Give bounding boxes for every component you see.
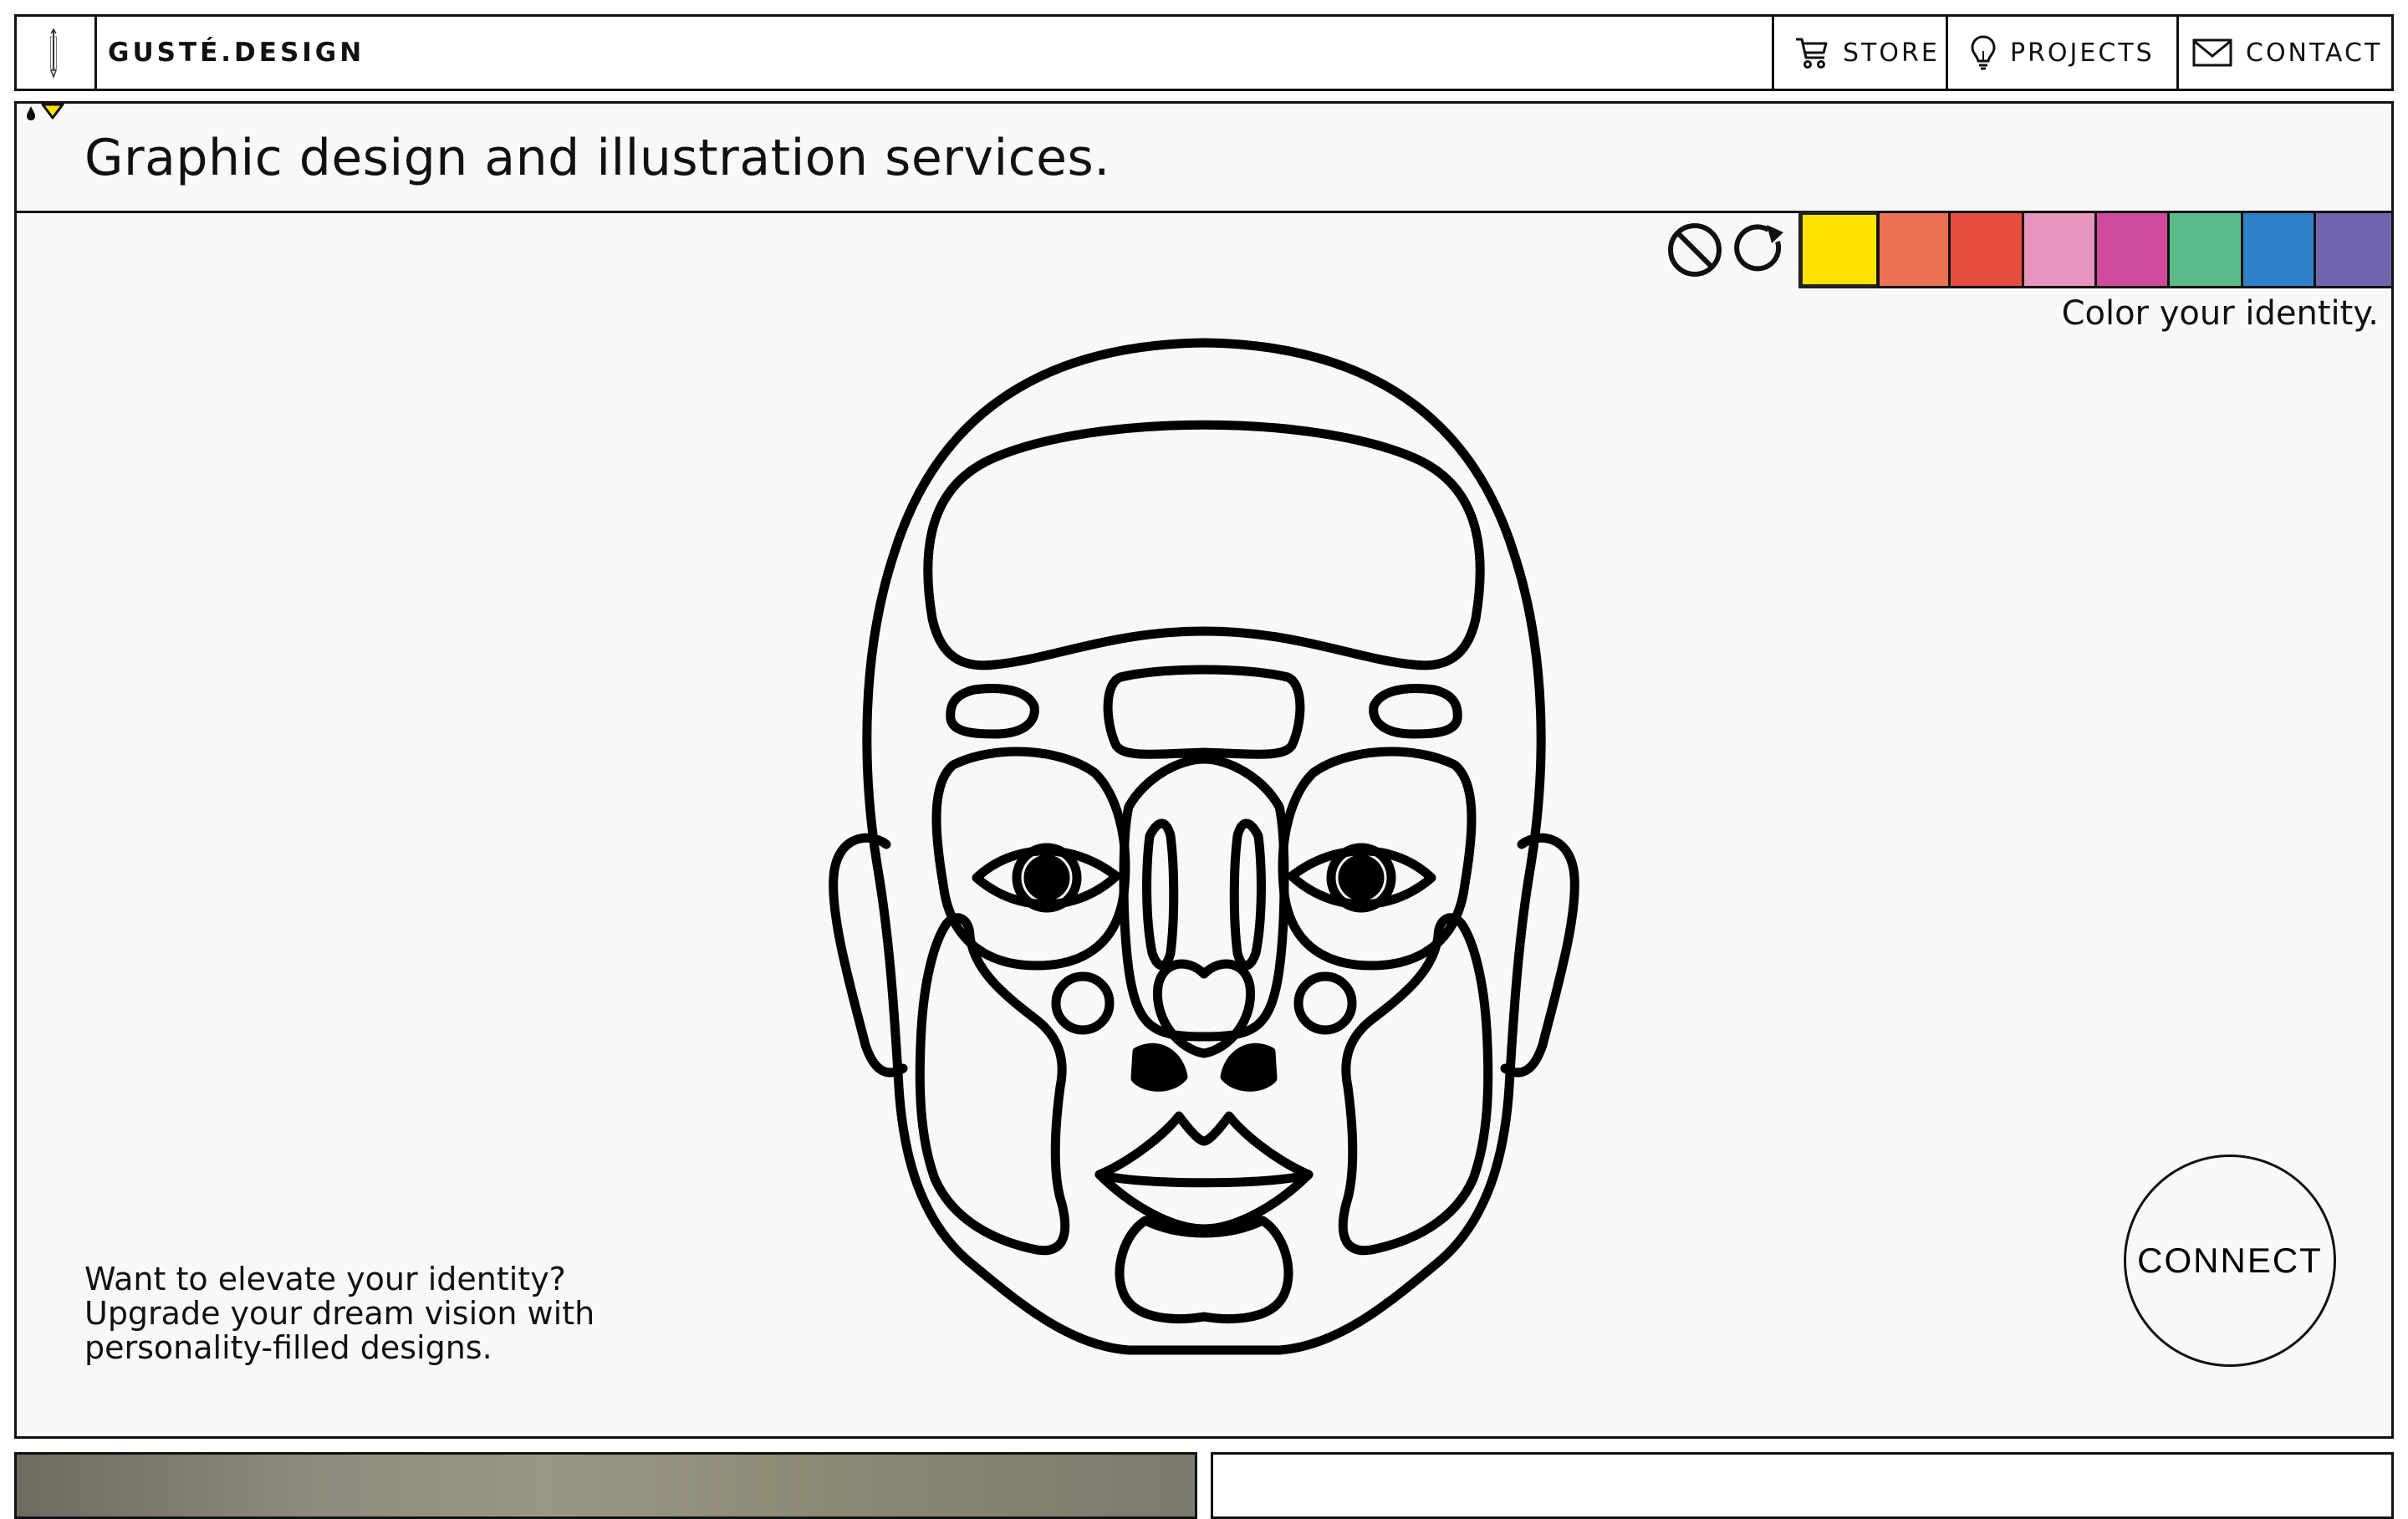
- bottom-image-panel: [14, 1452, 1197, 1519]
- palette-caption: Color your identity.: [2061, 294, 2379, 333]
- nav-store-label: STORE: [1843, 38, 1940, 68]
- pencil-icon: [49, 28, 58, 79]
- color-swatch[interactable]: [2167, 211, 2243, 288]
- color-swatch[interactable]: [1948, 211, 2024, 288]
- left-nostril: [1130, 1042, 1188, 1092]
- ink-drop-icon: [27, 106, 35, 120]
- hero-title: Graphic design and illustration services…: [84, 129, 1110, 187]
- pitch-line: Want to elevate your identity?: [84, 1261, 566, 1297]
- nav-contact-label: CONTACT: [2246, 38, 2383, 68]
- color-swatch[interactable]: [1798, 211, 1880, 288]
- nav-store[interactable]: STORE: [1772, 17, 1948, 89]
- mail-icon: [2192, 38, 2232, 67]
- bottom-content-panel: [1211, 1452, 2394, 1519]
- left-brow: [946, 684, 1039, 739]
- no-symbol-icon[interactable]: [1666, 222, 1723, 278]
- site-header: GUSTÉ.DESIGN STORE PROJECTS CONTACT: [14, 14, 2394, 91]
- chin: [1115, 1216, 1293, 1323]
- chevron-down-icon: [41, 103, 64, 120]
- color-swatch[interactable]: [2241, 211, 2316, 288]
- color-swatch[interactable]: [1877, 211, 1951, 288]
- color-swatch[interactable]: [2094, 211, 2170, 288]
- right-nose-side: [1229, 818, 1266, 971]
- right-nostril: [1220, 1042, 1278, 1092]
- color-swatch[interactable]: [2022, 211, 2097, 288]
- right-brow: [1369, 684, 1462, 739]
- left-pupil: [1023, 854, 1070, 901]
- corner-marker: [27, 103, 64, 120]
- cart-icon: [1796, 38, 1828, 69]
- connect-button[interactable]: CONNECT: [2124, 1155, 2336, 1367]
- left-cheek-dot: [1051, 971, 1115, 1035]
- refresh-icon[interactable]: [1733, 222, 1790, 278]
- upper-lip: [1094, 1111, 1314, 1188]
- face-illustration[interactable]: [828, 334, 1580, 1363]
- forehead: [923, 420, 1485, 670]
- glabella: [1103, 665, 1305, 759]
- head-outline: [862, 338, 1546, 1355]
- nav-contact[interactable]: CONTACT: [2176, 17, 2396, 89]
- pitch-text: Want to elevate your identity? Upgrade y…: [84, 1262, 594, 1365]
- color-swatch[interactable]: [2314, 211, 2394, 288]
- pitch-line: Upgrade your dream vision with: [84, 1295, 595, 1332]
- right-cheek-dot: [1293, 971, 1357, 1035]
- right-pupil: [1338, 854, 1385, 901]
- logo[interactable]: [17, 17, 97, 89]
- left-nose-side: [1142, 818, 1179, 971]
- brand-name[interactable]: GUSTÉ.DESIGN: [108, 38, 365, 68]
- hero-title-bar: Graphic design and illustration services…: [14, 101, 2394, 213]
- nav-projects[interactable]: PROJECTS: [1946, 17, 2179, 89]
- lightbulb-icon: [1971, 35, 1996, 70]
- pitch-line: personality-filled designs.: [84, 1329, 492, 1366]
- nav-projects-label: PROJECTS: [2010, 38, 2155, 68]
